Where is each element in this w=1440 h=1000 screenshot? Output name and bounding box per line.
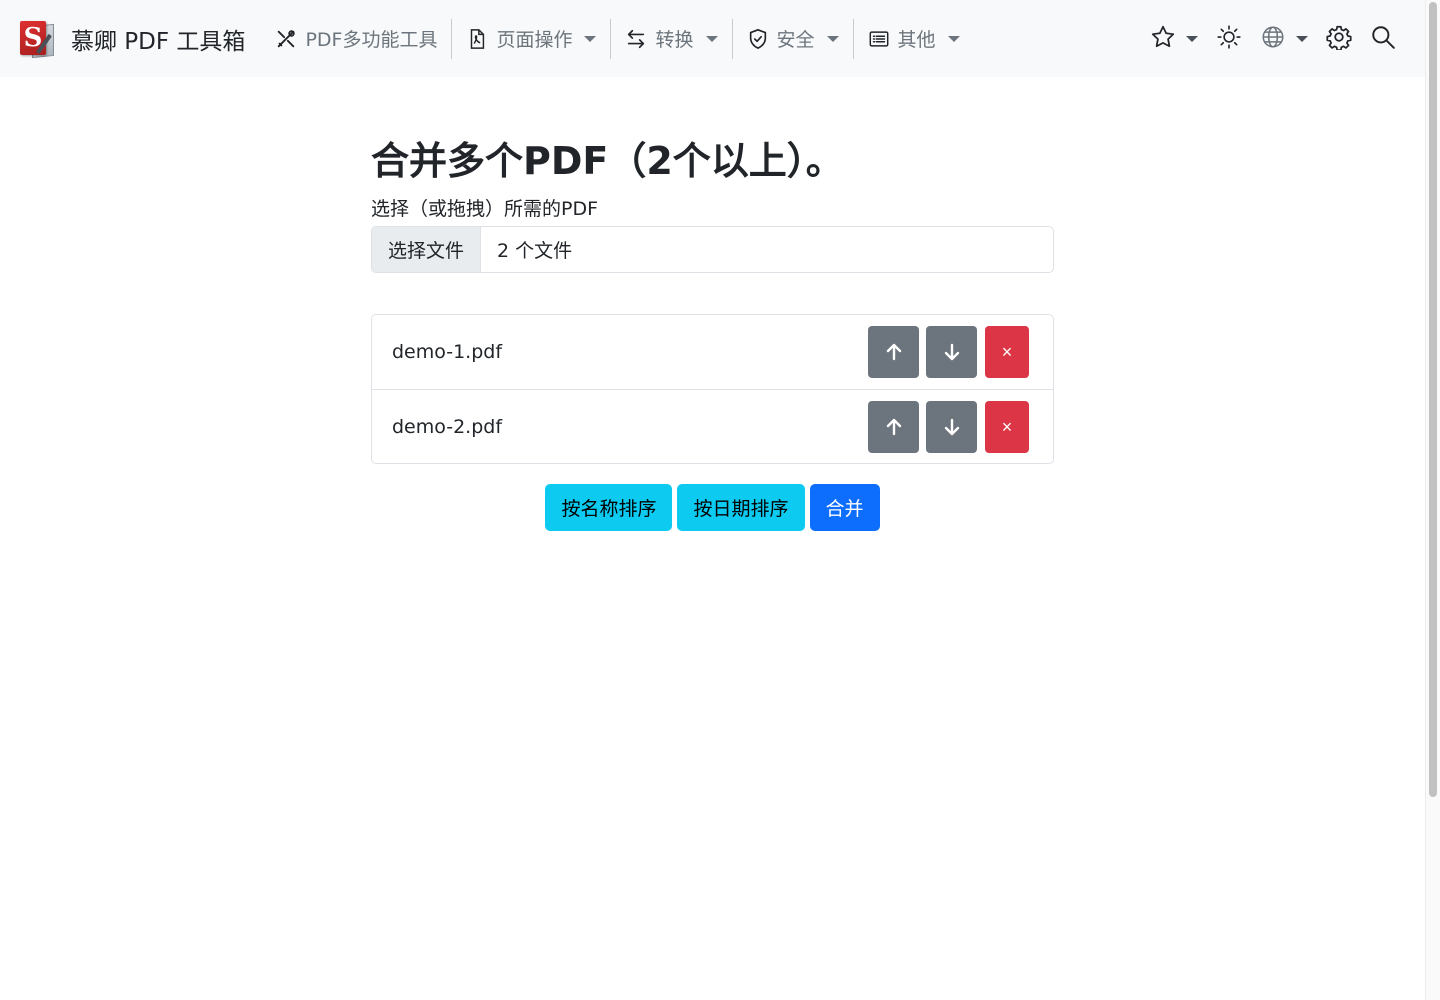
file-name: demo-2.pdf bbox=[392, 415, 503, 438]
remove-file-button[interactable]: × bbox=[985, 326, 1029, 378]
nav-item-label: 转换 bbox=[655, 29, 694, 51]
merge-pdf-panel: 合并多个PDF（2个以上）。 选择（或拖拽）所需的PDF 选择文件 2 个文件 … bbox=[371, 130, 1054, 531]
file-count-text: 2 个文件 bbox=[497, 240, 573, 262]
gear-icon bbox=[1326, 24, 1352, 54]
nav-item-label: 其他 bbox=[897, 29, 936, 51]
nav-right-tools bbox=[1141, 0, 1425, 77]
brand-title: 慕卿 PDF 工具箱 bbox=[71, 28, 246, 55]
remove-file-button[interactable]: × bbox=[985, 400, 1029, 453]
nav-item-label: 安全 bbox=[776, 29, 815, 51]
arrows-exchange-icon bbox=[625, 28, 647, 50]
nav-item-security[interactable]: 安全 bbox=[733, 19, 853, 59]
globe-icon bbox=[1260, 24, 1286, 54]
app-logo: S bbox=[18, 19, 56, 59]
chevron-down-icon bbox=[1296, 35, 1308, 42]
tools-icon bbox=[275, 28, 297, 50]
move-up-button[interactable] bbox=[868, 400, 919, 453]
arrow-down-icon bbox=[944, 418, 959, 435]
close-icon: × bbox=[1001, 416, 1013, 437]
nav-item-label: 页面操作 bbox=[496, 29, 573, 51]
arrow-up-icon bbox=[886, 343, 901, 361]
sort-by-date-button[interactable]: 按日期排序 bbox=[677, 484, 805, 531]
arrow-down-icon bbox=[944, 343, 959, 361]
move-down-button[interactable] bbox=[926, 326, 977, 378]
language-dropdown[interactable] bbox=[1251, 19, 1317, 59]
merge-button[interactable]: 合并 bbox=[809, 484, 880, 531]
scrollbar-thumb[interactable] bbox=[1429, 2, 1437, 797]
chevron-down-icon bbox=[584, 35, 597, 42]
search-button[interactable] bbox=[1361, 19, 1405, 59]
favorites-dropdown[interactable] bbox=[1141, 19, 1207, 59]
brand-link[interactable]: S 慕卿 PDF 工具箱 bbox=[18, 19, 245, 59]
nav-item-convert[interactable]: 转换 bbox=[611, 19, 731, 59]
arrow-up-icon bbox=[886, 418, 901, 435]
selected-files-list: demo-1.pdf × demo-2.pdf × bbox=[371, 314, 1054, 464]
nav-item-multi-tool[interactable]: PDF多功能工具 bbox=[273, 19, 451, 59]
top-navbar: S 慕卿 PDF 工具箱 PDF多功能工具 页面操作 转换 安全 其他 bbox=[0, 0, 1425, 77]
nav-item-other[interactable]: 其他 bbox=[854, 19, 974, 59]
theme-toggle[interactable] bbox=[1207, 19, 1251, 59]
list-item: demo-1.pdf × bbox=[372, 315, 1053, 389]
file-name: demo-1.pdf bbox=[392, 341, 503, 363]
settings-button[interactable] bbox=[1317, 19, 1361, 59]
nav-item-page-ops[interactable]: 页面操作 bbox=[452, 19, 610, 59]
chevron-down-icon bbox=[826, 35, 839, 42]
page-title: 合并多个PDF（2个以上）。 bbox=[371, 139, 844, 183]
sort-by-name-button[interactable]: 按名称排序 bbox=[545, 484, 673, 531]
move-down-button[interactable] bbox=[926, 400, 977, 453]
vertical-scrollbar[interactable] bbox=[1425, 0, 1440, 1000]
main-nav: PDF多功能工具 页面操作 转换 安全 其他 bbox=[273, 0, 973, 77]
chevron-down-icon bbox=[947, 35, 960, 42]
close-icon: × bbox=[1001, 342, 1013, 362]
list-card-icon bbox=[868, 28, 890, 50]
file-input[interactable]: 选择文件 2 个文件 bbox=[371, 226, 1054, 273]
search-icon bbox=[1370, 24, 1396, 54]
list-item: demo-2.pdf × bbox=[372, 389, 1053, 463]
shield-check-icon bbox=[747, 28, 769, 50]
sun-icon bbox=[1216, 24, 1242, 54]
action-buttons: 按名称排序 按日期排序 合并 bbox=[371, 484, 1054, 531]
file-pdf-icon bbox=[466, 28, 488, 50]
file-input-label: 选择（或拖拽）所需的PDF bbox=[371, 198, 599, 220]
star-icon bbox=[1150, 24, 1176, 54]
choose-file-button[interactable]: 选择文件 bbox=[372, 227, 482, 272]
move-up-button[interactable] bbox=[868, 326, 919, 378]
nav-item-label: PDF多功能工具 bbox=[305, 29, 438, 51]
chevron-down-icon bbox=[705, 35, 718, 42]
chevron-down-icon bbox=[1186, 35, 1198, 42]
